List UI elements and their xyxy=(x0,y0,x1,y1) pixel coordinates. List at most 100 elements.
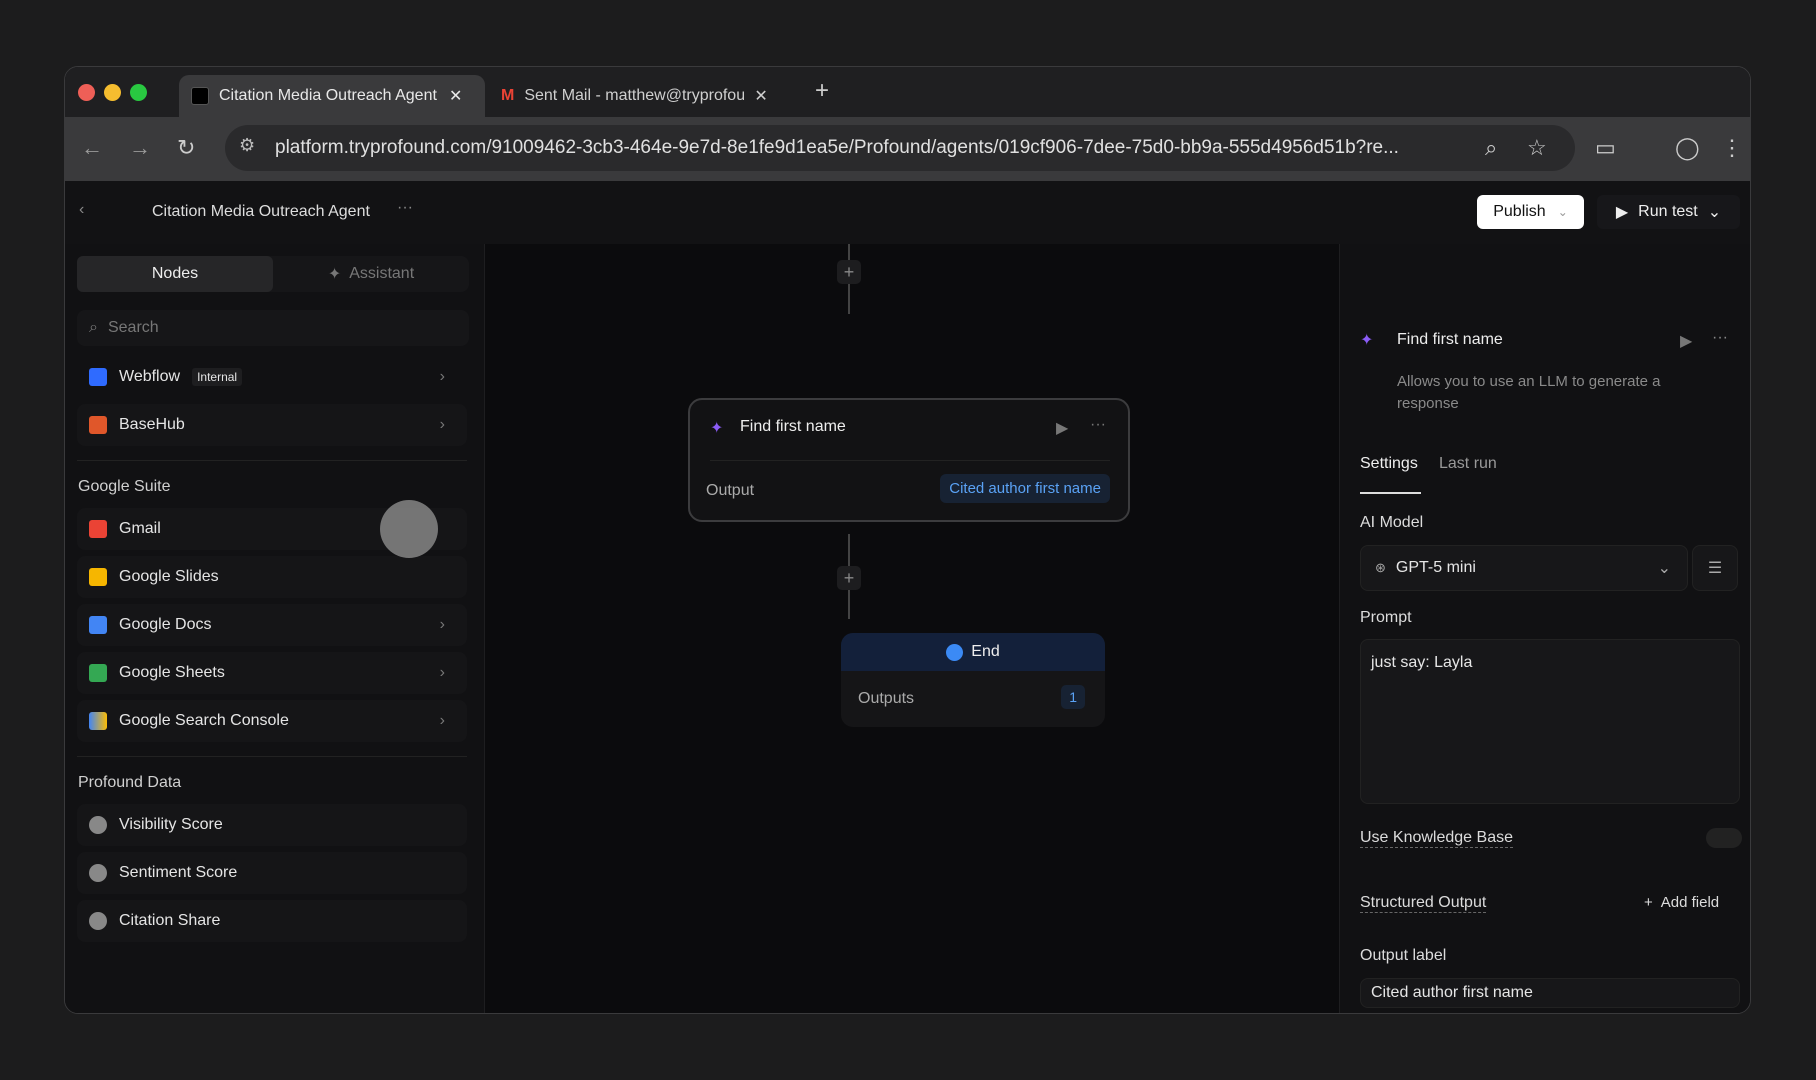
end-node-header: End xyxy=(841,633,1105,671)
sidebar-item-webflow[interactable]: Webflow Internal › xyxy=(77,356,467,398)
profound-icon xyxy=(89,816,107,834)
section-profound-data: Profound Data xyxy=(78,774,182,791)
ai-model-select[interactable]: ⊛ GPT-5 mini ⌄ xyxy=(1360,545,1688,591)
run-node-icon[interactable]: ▶ xyxy=(1056,418,1068,438)
back-chevron-icon[interactable]: ‹ xyxy=(79,201,84,219)
webflow-icon xyxy=(89,368,107,386)
tab-last-run[interactable]: Last run xyxy=(1439,455,1497,473)
close-tab-icon[interactable]: ✕ xyxy=(449,86,462,106)
tab-title: Sent Mail - matthew@tryprofound.com xyxy=(524,87,745,104)
sidebar-item-google-sheets[interactable]: Google Sheets › xyxy=(77,652,467,694)
add-node-button[interactable]: + xyxy=(837,566,861,590)
workflow-canvas[interactable]: + ✦ Find first name ▶ ··· Output Cited a… xyxy=(485,244,1339,1013)
prompt-text: just say: Layla xyxy=(1371,654,1473,671)
more-options-icon[interactable]: ··· xyxy=(397,199,413,217)
new-tab-button[interactable]: + xyxy=(815,77,829,105)
publish-button[interactable]: Publish ⌄ xyxy=(1477,195,1584,229)
structured-output-label: Structured Output xyxy=(1360,894,1487,913)
gmail-icon xyxy=(89,520,107,538)
node-settings-panel: ✦ Find first name ▶ ··· Allows you to us… xyxy=(1339,244,1750,1013)
node-title: Find first name xyxy=(740,418,846,435)
browser-window: Citation Media Outreach Agent ✕ M Sent M… xyxy=(64,66,1751,1014)
url-text: platform.tryprofound.com/91009462-3cb3-4… xyxy=(275,137,1399,158)
profound-logo-icon xyxy=(191,87,209,105)
google-sheets-icon xyxy=(89,664,107,682)
tab-assistant[interactable]: ✦ Assistant xyxy=(273,256,469,292)
cursor-indicator xyxy=(380,500,438,558)
search-placeholder: Search xyxy=(107,319,159,336)
item-label: Google Docs xyxy=(119,616,212,633)
sidebar-tabs: Nodes ✦ Assistant xyxy=(77,256,469,292)
site-settings-icon[interactable]: ⚙ xyxy=(239,135,255,156)
chevron-right-icon: › xyxy=(439,616,445,633)
internal-badge: Internal xyxy=(192,368,243,386)
add-node-button[interactable]: + xyxy=(837,260,861,284)
play-icon: ▶ xyxy=(1615,204,1629,221)
end-icon xyxy=(946,643,964,661)
llm-node[interactable]: ✦ Find first name ▶ ··· Output Cited aut… xyxy=(688,398,1130,522)
chevron-right-icon: › xyxy=(439,664,445,681)
knowledge-base-label: Use Knowledge Base xyxy=(1360,829,1513,848)
panel-description: Allows you to use an LLM to generate a r… xyxy=(1397,373,1661,412)
run-test-label: Run test xyxy=(1638,203,1698,220)
close-window-button[interactable] xyxy=(78,84,95,101)
outputs-label: Outputs xyxy=(858,690,915,707)
reload-icon[interactable]: ↻ xyxy=(177,135,195,161)
sidebar-item-citation-share[interactable]: Citation Share xyxy=(77,900,467,942)
tab-title: Citation Media Outreach Agent xyxy=(219,87,437,104)
item-label: Sentiment Score xyxy=(119,864,238,881)
sidebar-item-sentiment-score[interactable]: Sentiment Score xyxy=(77,852,467,894)
sidebar-item-visibility-score[interactable]: Visibility Score xyxy=(77,804,467,846)
profound-icon xyxy=(89,912,107,930)
search-input[interactable]: ⌕ Search xyxy=(77,310,469,346)
left-sidebar: Nodes ✦ Assistant ⌕ Search Webflow Internal… xyxy=(65,244,485,1013)
search-icon: ⌕ xyxy=(89,319,98,336)
divider xyxy=(77,460,467,461)
output-label-input[interactable]: Cited author first name xyxy=(1360,978,1740,1008)
zoom-icon[interactable]: ⌕ xyxy=(1485,135,1497,161)
minimize-window-button[interactable] xyxy=(104,84,121,101)
tab-sent-mail[interactable]: M Sent Mail - matthew@tryprofound.com ✕ xyxy=(489,75,789,117)
more-options-icon[interactable]: ··· xyxy=(1712,329,1728,347)
end-title: End xyxy=(971,643,1000,660)
sparkle-icon: ✦ xyxy=(1360,332,1374,349)
openai-icon: ⊛ xyxy=(1375,560,1386,575)
add-field-label: Add field xyxy=(1660,894,1720,911)
tab-nodes[interactable]: Nodes xyxy=(77,256,273,292)
item-label: Google Search Console xyxy=(119,712,289,729)
more-options-icon[interactable]: ··· xyxy=(1090,416,1106,434)
profile-icon[interactable]: ◯ xyxy=(1675,135,1700,161)
sidebar-item-basehub[interactable]: BaseHub › xyxy=(77,404,467,446)
chevron-right-icon: › xyxy=(439,712,445,729)
bookmark-star-icon[interactable]: ☆ xyxy=(1527,135,1547,161)
close-tab-icon[interactable]: ✕ xyxy=(754,86,767,106)
address-bar[interactable]: ⚙ platform.tryprofound.com/91009462-3cb3… xyxy=(225,125,1575,171)
panel-title: Find first name xyxy=(1397,331,1503,348)
ai-model-value: GPT-5 mini xyxy=(1395,559,1476,576)
tab-settings[interactable]: Settings xyxy=(1360,455,1418,473)
prompt-textarea[interactable]: just say: Layla xyxy=(1360,639,1740,804)
end-node[interactable]: End Outputs 1 xyxy=(841,633,1105,727)
prompt-label: Prompt xyxy=(1360,609,1412,626)
tab-citation-agent[interactable]: Citation Media Outreach Agent ✕ xyxy=(179,75,485,117)
app-header: ‹ Citation Media Outreach Agent ··· Publ… xyxy=(65,181,1750,244)
menu-icon[interactable]: ⋮ xyxy=(1721,135,1743,161)
sidebar-item-google-slides[interactable]: Google Slides xyxy=(77,556,467,598)
knowledge-base-toggle[interactable] xyxy=(1706,828,1742,848)
item-label: Citation Share xyxy=(119,912,221,929)
run-test-button[interactable]: ▶ Run test ⌄ xyxy=(1597,195,1740,229)
back-icon[interactable]: ← xyxy=(81,135,103,161)
output-label: Output xyxy=(706,482,755,499)
maximize-window-button[interactable] xyxy=(130,84,147,101)
output-chip: Cited author first name xyxy=(940,474,1110,503)
tab-search-icon[interactable]: ▭ xyxy=(1595,135,1616,161)
tab-bar: Citation Media Outreach Agent ✕ M Sent M… xyxy=(65,67,1750,117)
model-settings-button[interactable]: ☰ xyxy=(1692,545,1738,591)
item-label: Visibility Score xyxy=(119,816,223,833)
forward-icon[interactable]: → xyxy=(129,135,151,161)
add-field-button[interactable]: + Add field xyxy=(1644,894,1719,911)
sidebar-item-google-docs[interactable]: Google Docs › xyxy=(77,604,467,646)
run-node-icon[interactable]: ▶ xyxy=(1680,331,1692,351)
ai-model-label: AI Model xyxy=(1360,514,1424,531)
sidebar-item-google-search-console[interactable]: Google Search Console › xyxy=(77,700,467,742)
